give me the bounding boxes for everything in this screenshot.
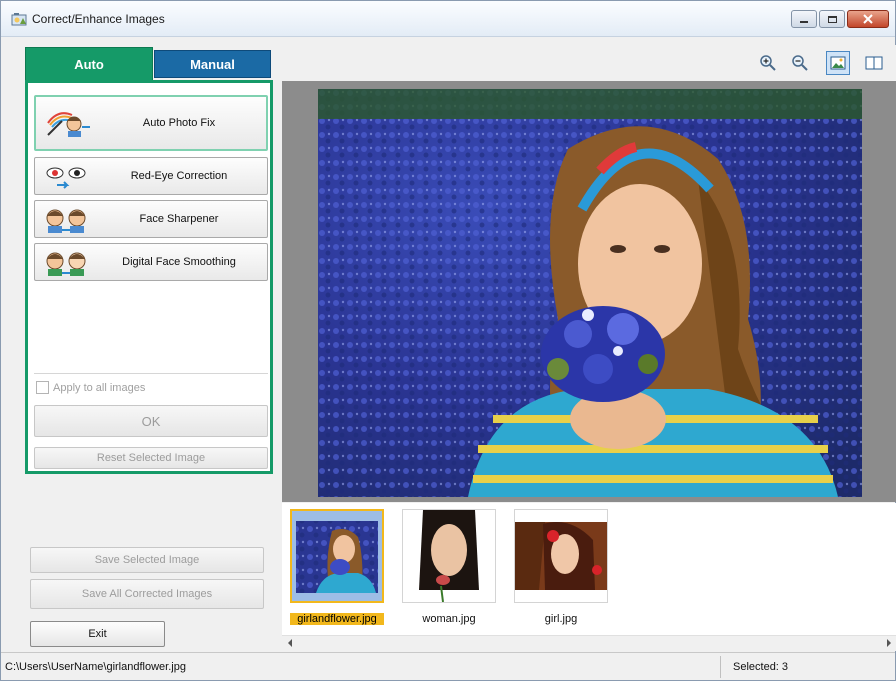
- exit-label: Exit: [88, 628, 107, 640]
- preview-area: [282, 81, 896, 502]
- whole-image-icon: [830, 56, 846, 70]
- title-bar: Correct/Enhance Images: [1, 1, 895, 37]
- view-toolbar: [282, 45, 896, 81]
- preview-image: [318, 89, 862, 497]
- digital-face-smoothing-label: Digital Face Smoothing: [122, 256, 236, 268]
- tab-manual-label: Manual: [190, 56, 235, 72]
- auto-photo-fix-label: Auto Photo Fix: [142, 117, 216, 129]
- exit-button[interactable]: Exit: [30, 621, 165, 647]
- red-eye-correction-button[interactable]: Red-Eye Correction: [34, 157, 268, 195]
- thumb-woman-image: [417, 510, 481, 602]
- status-bar: C:\Users\UserName\girlandflower.jpg Sele…: [1, 652, 895, 680]
- ok-label: OK: [141, 413, 161, 429]
- restore-icon: [827, 15, 837, 23]
- tab-auto-label: Auto: [74, 56, 104, 72]
- apply-to-all-checkbox[interactable]: [36, 381, 49, 394]
- minimize-button[interactable]: [791, 10, 817, 28]
- auto-tab-panel: Auto Photo Fix Red-Eye Correction Face S…: [25, 80, 273, 474]
- maximize-button[interactable]: [819, 10, 845, 28]
- zoom-in-button[interactable]: [756, 51, 780, 75]
- zoom-in-icon: [760, 55, 776, 71]
- auto-photo-fix-icon: [47, 112, 90, 137]
- thumbnail-scrollbar[interactable]: [282, 635, 896, 651]
- thumbnail-girlandflower[interactable]: [290, 509, 384, 603]
- face-sharpener-button[interactable]: Face Sharpener: [34, 200, 268, 238]
- whole-image-button[interactable]: [826, 51, 850, 75]
- save-selected-image-button[interactable]: Save Selected Image: [30, 547, 264, 573]
- ok-button[interactable]: OK: [34, 405, 268, 437]
- thumbnail-woman[interactable]: [402, 509, 496, 603]
- status-selected-count: Selected: 3: [733, 661, 789, 673]
- save-selected-label: Save Selected Image: [94, 554, 200, 566]
- reset-selected-image-button[interactable]: Reset Selected Image: [34, 447, 268, 469]
- status-file-path: C:\Users\UserName\girlandflower.jpg: [5, 661, 186, 673]
- save-all-label: Save All Corrected Images: [81, 588, 213, 600]
- thumb-girl-image: [515, 522, 607, 590]
- minimize-icon: [800, 21, 808, 23]
- zoom-out-icon: [792, 55, 808, 71]
- thumbnail-strip: girlandflower.jpg woman.jpg girl.jpg: [282, 503, 896, 635]
- digital-face-smoothing-button[interactable]: Digital Face Smoothing: [34, 243, 268, 281]
- girl-with-flowers-photo: [318, 89, 862, 497]
- scroll-left-icon[interactable]: [288, 639, 292, 647]
- thumb-girlandflower-image: [296, 521, 378, 593]
- compare-icon: [865, 56, 883, 70]
- auto-photo-fix-button[interactable]: Auto Photo Fix: [34, 95, 268, 151]
- correct-enhance-window: Correct/Enhance Images Auto Manual Auto …: [0, 0, 896, 681]
- zoom-out-button[interactable]: [788, 51, 812, 75]
- window-title: Correct/Enhance Images: [32, 12, 165, 26]
- apply-to-all-label: Apply to all images: [53, 381, 146, 394]
- status-separator: [720, 656, 721, 678]
- apply-to-all-row[interactable]: Apply to all images: [36, 381, 145, 394]
- save-all-corrected-images-button[interactable]: Save All Corrected Images: [30, 579, 264, 609]
- thumbnail-girl[interactable]: [514, 509, 608, 603]
- app-icon: [11, 13, 27, 26]
- close-button[interactable]: [847, 10, 889, 28]
- face-smoothing-icon: [46, 252, 86, 276]
- red-eye-icon: [46, 167, 86, 189]
- close-icon: [863, 14, 873, 24]
- red-eye-correction-label: Red-Eye Correction: [130, 170, 228, 182]
- tab-auto[interactable]: Auto: [25, 47, 153, 81]
- tab-manual[interactable]: Manual: [154, 50, 271, 78]
- thumbnail-label-girlandflower: girlandflower.jpg: [290, 613, 384, 625]
- compare-button[interactable]: [862, 51, 886, 75]
- panel-divider: [34, 373, 268, 374]
- reset-label: Reset Selected Image: [96, 452, 206, 464]
- thumbnail-label-woman: woman.jpg: [422, 613, 476, 625]
- scroll-right-icon[interactable]: [887, 639, 891, 647]
- face-sharpener-label: Face Sharpener: [139, 213, 219, 225]
- face-sharpener-icon: [46, 209, 86, 233]
- thumbnail-label-girl: girl.jpg: [544, 613, 578, 625]
